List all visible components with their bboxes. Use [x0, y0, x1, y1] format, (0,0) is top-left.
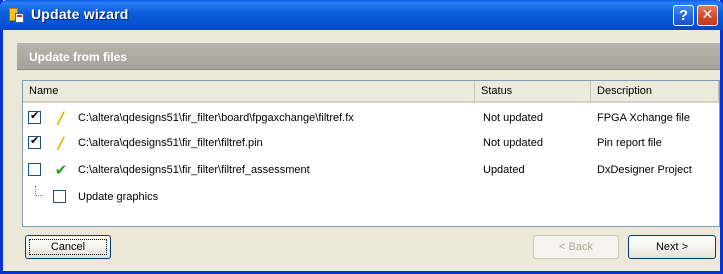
next-label: Next > [655, 241, 689, 253]
column-header-name[interactable]: Name [23, 81, 475, 103]
warning-pencil-icon: / [58, 108, 64, 127]
row-checkbox[interactable] [28, 109, 41, 124]
file-description: Pin report file [597, 137, 662, 149]
file-path: C:\altera\qdesigns51\fir_filter\filtref_… [78, 164, 310, 176]
column-header-status[interactable]: Status [475, 81, 591, 103]
table-row[interactable]: / C:\altera\qdesigns51\fir_filter\filtre… [23, 132, 719, 154]
app-icon [9, 8, 25, 24]
update-graphics-label: Update graphics [78, 191, 159, 203]
table-row[interactable]: / C:\altera\qdesigns51\fir_filter\board\… [23, 107, 719, 129]
section-title: Update from files [29, 50, 128, 64]
file-path: C:\altera\qdesigns51\fir_filter\filtref.… [78, 137, 263, 149]
row-checkbox[interactable] [28, 163, 41, 176]
close-button[interactable]: ✕ [697, 5, 718, 26]
file-list[interactable]: Name Status Description / C:\altera\qdes… [22, 80, 720, 227]
back-button[interactable]: < Back [533, 235, 619, 259]
tree-connector [35, 186, 43, 196]
table-row[interactable]: ✔ C:\altera\qdesigns51\fir_filter\filtre… [23, 159, 719, 181]
section-header: Update from files [17, 43, 720, 70]
tree-sub-item[interactable]: Update graphics [23, 186, 719, 208]
green-check-icon: ✔ [54, 161, 68, 179]
focus-rectangle [29, 239, 107, 255]
file-status: Not updated [483, 112, 543, 124]
file-description: FPGA Xchange file [597, 112, 690, 124]
title-bar[interactable]: Update wizard ? ✕ [0, 0, 723, 30]
row-checkbox[interactable] [28, 134, 41, 149]
help-button[interactable]: ? [673, 5, 694, 26]
file-status: Updated [483, 164, 525, 176]
file-description: DxDesigner Project [597, 164, 692, 176]
file-path: C:\altera\qdesigns51\fir_filter\board\fp… [78, 112, 354, 124]
column-header-description[interactable]: Description [591, 81, 719, 103]
next-button[interactable]: Next > [628, 235, 716, 259]
cancel-button[interactable]: Cancel [25, 235, 111, 259]
update-wizard-window: Update wizard ? ✕ Update from files Name… [0, 0, 723, 274]
window-title: Update wizard [31, 6, 129, 22]
warning-pencil-icon: / [58, 133, 64, 152]
update-graphics-checkbox[interactable] [53, 190, 66, 203]
file-status: Not updated [483, 137, 543, 149]
back-label: < Back [559, 241, 593, 253]
